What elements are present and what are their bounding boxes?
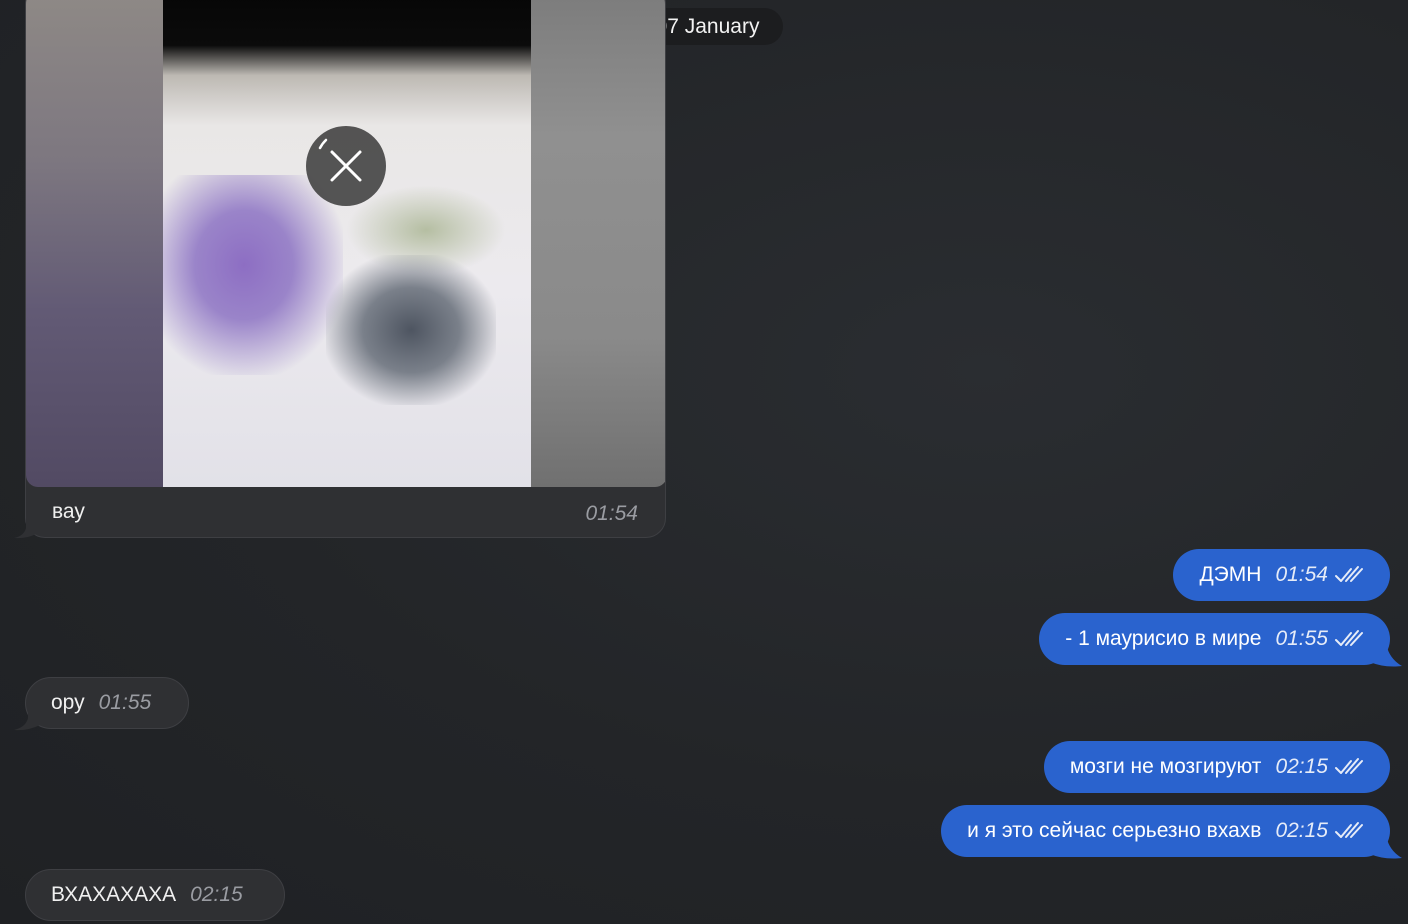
message-time: 02:15 [190,883,243,906]
outgoing-message[interactable]: и я это сейчас серьезно вхахв 02:15 [941,805,1390,857]
read-checkmarks-icon [1335,630,1363,646]
media-blur-shape [326,255,496,405]
message-time: 01:54 [585,502,638,525]
read-checkmarks-icon [1335,566,1363,582]
outgoing-message[interactable]: ДЭМН 01:54 [1173,549,1390,601]
message-time: 02:15 [1275,755,1328,778]
message-time: 01:54 [1275,563,1328,586]
media-preview[interactable] [26,0,665,487]
media-blur-left [26,0,163,487]
read-checkmarks-icon [1335,758,1363,774]
close-icon [318,138,362,182]
incoming-message[interactable]: ВХАХАХАХА 02:15 [25,869,285,921]
outgoing-message[interactable]: - 1 маурисио в мире 01:55 [1039,613,1390,665]
message-time: 02:15 [1275,819,1328,842]
outgoing-message[interactable]: мозги не мозгируют 02:15 [1043,741,1390,793]
message-text: ВХАХАХАХА [51,883,177,906]
media-message[interactable]: вау 01:54 [25,0,666,538]
incoming-message[interactable]: ору 01:55 [25,677,189,729]
message-text: ДЭМН [1199,563,1262,586]
message-text: мозги не мозгируют [1069,755,1262,778]
message-text: ору [51,691,85,714]
media-caption: вау [52,500,85,523]
media-blur-right [531,0,665,487]
cancel-download-button[interactable] [306,126,386,206]
bubble-tail [14,708,40,731]
read-checkmarks-icon [1335,822,1363,838]
message-text: и я это сейчас серьезно вхахв [967,819,1262,842]
bubble-tail [14,518,36,539]
bubble-tail [1370,642,1402,667]
bubble-tail [1370,834,1402,859]
message-time: 01:55 [1275,627,1328,650]
message-time: 01:55 [98,691,152,714]
message-text: - 1 маурисио в мире [1065,627,1262,650]
